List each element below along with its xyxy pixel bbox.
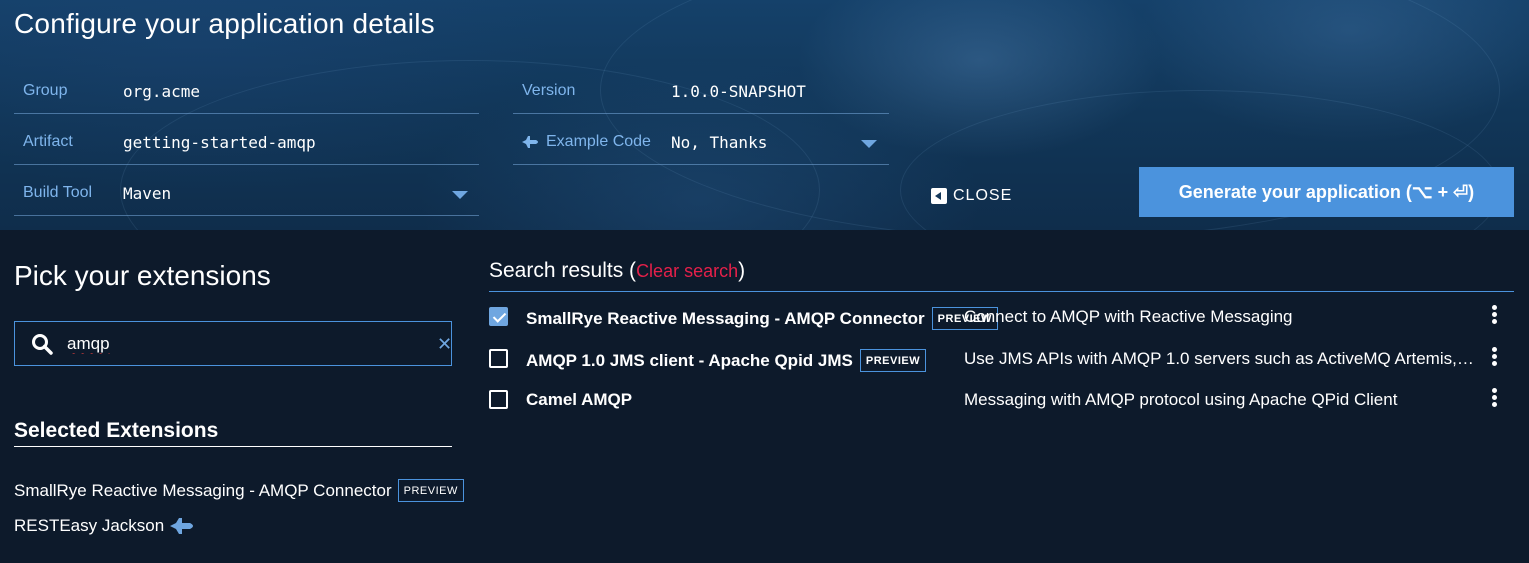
clear-search-icon[interactable]: ✕ — [437, 334, 452, 355]
example-code-label: Example Code — [522, 133, 651, 151]
search-icon — [32, 334, 53, 355]
artifact-label: Artifact — [23, 133, 73, 150]
chevron-down-icon[interactable] — [861, 140, 877, 148]
example-code-label-text: Example Code — [546, 133, 651, 150]
collapse-icon — [931, 188, 947, 204]
clear-search-link[interactable]: Clear search — [636, 261, 738, 281]
version-label: Version — [522, 82, 576, 99]
extension-name: SmallRye Reactive Messaging - AMQP Conne… — [526, 307, 998, 330]
extension-checkbox[interactable] — [489, 307, 508, 326]
extension-name: Camel AMQP — [526, 390, 632, 410]
extension-checkbox[interactable] — [489, 390, 508, 409]
search-input[interactable] — [67, 330, 407, 358]
search-results-title-end: ) — [738, 259, 746, 282]
selected-extension-item[interactable]: SmallRye Reactive Messaging - AMQP Conne… — [14, 479, 464, 502]
more-options-icon[interactable] — [1489, 388, 1499, 410]
close-label: CLOSE — [953, 187, 1013, 204]
extension-checkbox[interactable] — [489, 349, 508, 368]
artifact-field[interactable]: Artifact getting-started-amqp — [14, 121, 479, 165]
example-code-value[interactable]: No, Thanks — [671, 133, 767, 152]
extension-description: Connect to AMQP with Reactive Messaging — [964, 307, 1293, 326]
extension-description: Messaging with AMQP protocol using Apach… — [964, 390, 1398, 409]
version-field[interactable]: Version 1.0.0-SNAPSHOT — [513, 70, 889, 114]
group-input[interactable]: org.acme — [123, 82, 200, 101]
group-label: Group — [23, 82, 68, 99]
build-tool-select[interactable]: Build Tool Maven — [14, 172, 479, 216]
rocket-icon — [522, 136, 538, 148]
build-tool-label: Build Tool — [23, 184, 93, 201]
rocket-icon — [170, 518, 194, 534]
selected-extensions-title: Selected Extensions — [14, 419, 452, 447]
artifact-input[interactable]: getting-started-amqp — [123, 133, 316, 152]
version-input[interactable]: 1.0.0-SNAPSHOT — [671, 82, 806, 101]
more-options-icon[interactable] — [1489, 347, 1499, 369]
chevron-down-icon[interactable] — [452, 191, 468, 199]
extension-row[interactable]: AMQP 1.0 JMS client - Apache Qpid JMS PR… — [489, 341, 1514, 377]
extension-row[interactable]: SmallRye Reactive Messaging - AMQP Conne… — [489, 299, 1514, 335]
preview-badge: PREVIEW — [397, 479, 464, 502]
preview-badge: PREVIEW — [859, 349, 927, 372]
generate-application-button[interactable]: Generate your application (⌥ + ⏎) — [1139, 167, 1514, 217]
extensions-title: Pick your extensions — [14, 260, 271, 291]
extension-name: AMQP 1.0 JMS client - Apache Qpid JMS PR… — [526, 349, 927, 372]
more-options-icon[interactable] — [1489, 305, 1499, 327]
selected-extension-name: RESTEasy Jackson — [14, 516, 165, 535]
extension-row[interactable]: Camel AMQP Messaging with AMQP protocol … — [489, 382, 1514, 418]
extension-search-box[interactable]: ✕ — [14, 321, 452, 366]
config-header: Configure your application details Group… — [0, 0, 1529, 230]
extension-description: Use JMS APIs with AMQP 1.0 servers such … — [964, 349, 1476, 368]
search-results-title: Search results ( — [489, 259, 637, 282]
build-tool-value[interactable]: Maven — [123, 184, 171, 203]
page-title: Configure your application details — [14, 8, 435, 39]
search-results-header: Search results (Clear search) — [489, 259, 1514, 292]
close-button[interactable]: CLOSE — [931, 186, 1012, 206]
extension-name-text: Camel AMQP — [526, 390, 633, 409]
group-field[interactable]: Group org.acme — [14, 70, 479, 114]
selected-extension-item[interactable]: RESTEasy Jackson — [14, 516, 196, 536]
extension-name-text: SmallRye Reactive Messaging - AMQP Conne… — [526, 308, 925, 328]
example-code-select[interactable]: Example Code No, Thanks — [513, 121, 889, 165]
extension-name-text: AMQP 1.0 JMS client - Apache Qpid JMS — [526, 350, 853, 370]
selected-extension-name: SmallRye Reactive Messaging - AMQP Conne… — [14, 480, 392, 500]
